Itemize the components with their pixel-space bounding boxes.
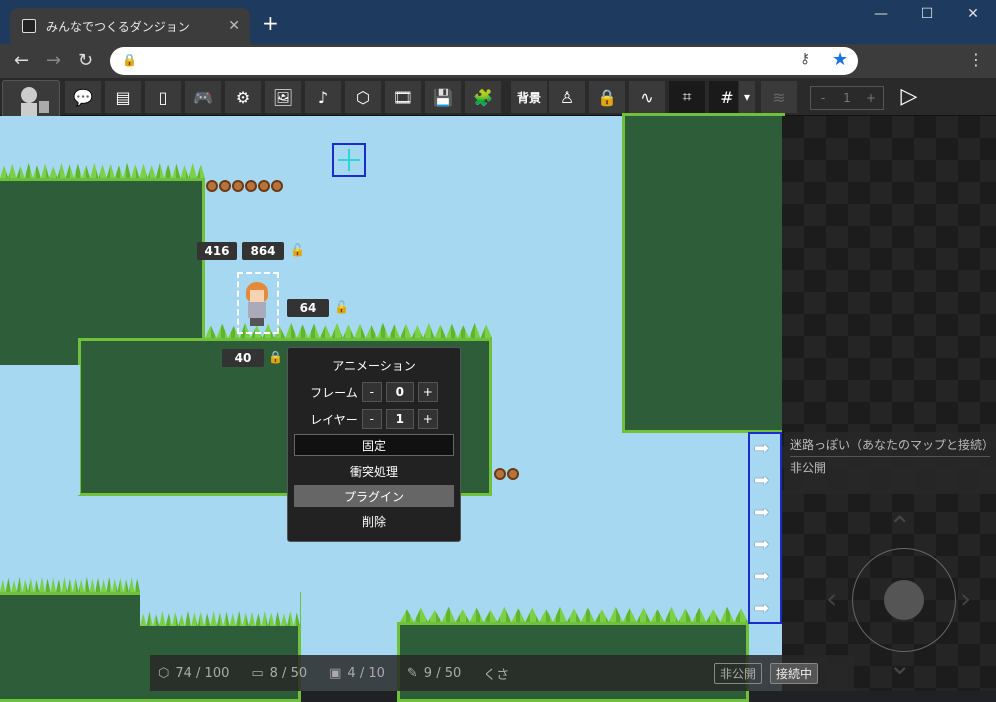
- log-bridge: [494, 465, 534, 484]
- objects-stat: ⬡ 74 / 100: [158, 666, 229, 681]
- frame-label: フレーム: [310, 385, 358, 400]
- browser-menu-icon[interactable]: ⋮: [968, 50, 984, 69]
- layers-icon[interactable]: ▤: [104, 80, 142, 114]
- width-badge[interactable]: 64: [287, 299, 329, 317]
- message-icon[interactable]: 💬: [64, 80, 102, 114]
- images-count: 4 / 10: [347, 665, 385, 681]
- dpad-right-icon[interactable]: ›: [960, 582, 971, 615]
- pos-y-badge[interactable]: 864: [242, 242, 284, 260]
- lock-icon[interactable]: 🔒: [268, 350, 283, 364]
- objects-count: 74 / 100: [175, 665, 230, 681]
- frame-value[interactable]: 0: [385, 382, 414, 402]
- connected-badge[interactable]: 接続中: [769, 662, 818, 684]
- background-button[interactable]: 背景: [510, 80, 548, 114]
- maximize-button[interactable]: ☐: [904, 6, 950, 22]
- character-sprite[interactable]: [242, 282, 270, 328]
- film-icon: ▭: [251, 665, 264, 681]
- layer-label: レイヤー: [310, 412, 358, 427]
- counter-plus-button[interactable]: +: [859, 87, 883, 109]
- film-icon[interactable]: 🎞: [384, 80, 422, 114]
- image-icon: ▣: [329, 665, 342, 681]
- dpad-left-icon[interactable]: ‹: [826, 582, 837, 615]
- select-icon[interactable]: ⌗: [668, 80, 706, 114]
- arrow-right-icon[interactable]: ➡: [754, 502, 769, 523]
- music-icon[interactable]: ♪: [304, 80, 342, 114]
- menu-fixed[interactable]: 固定: [294, 434, 454, 456]
- minimize-button[interactable]: —: [858, 6, 904, 22]
- layer-counter: - 1 +: [810, 86, 884, 110]
- sky-gap: [0, 365, 80, 495]
- lock-icon[interactable]: 🔒: [588, 80, 626, 114]
- cube-icon[interactable]: ⬡: [344, 80, 382, 114]
- linked-map-title: 迷路っぽい（あなたのマップと接続）: [790, 438, 995, 452]
- lock-icon: 🔒: [122, 53, 137, 67]
- author-name: くさ: [483, 667, 510, 683]
- arrow-right-icon[interactable]: ➡: [754, 534, 769, 555]
- favicon-icon: [22, 19, 36, 33]
- status-bar: ⬡ 74 / 100 ▭ 8 / 50 ▣ 4 / 10 ✎ 9 / 50 くさ 非公開…: [150, 655, 854, 691]
- person-icon[interactable]: ♙: [548, 80, 586, 114]
- reload-icon[interactable]: ↻: [78, 50, 93, 71]
- cube-icon: ⬡: [158, 665, 170, 681]
- close-window-button[interactable]: ✕: [950, 6, 996, 22]
- new-tab-button[interactable]: +: [262, 13, 279, 33]
- counter-value: 1: [843, 91, 851, 105]
- arrow-right-icon[interactable]: ➡: [754, 438, 769, 459]
- linked-map-info[interactable]: 迷路っぽい（あなたのマップと接続） 非公開: [784, 432, 996, 494]
- save-icon[interactable]: 💾: [424, 80, 462, 114]
- back-icon[interactable]: ←: [14, 50, 29, 71]
- close-tab-icon[interactable]: ✕: [228, 18, 240, 34]
- lock-open-icon[interactable]: 🔓: [334, 300, 349, 314]
- arrow-right-icon[interactable]: ➡: [754, 566, 769, 587]
- plugin-icon: ✎: [406, 665, 418, 681]
- linked-map-visibility: 非公開: [790, 456, 990, 476]
- plugins-count: 9 / 50: [423, 665, 462, 681]
- gamepad-icon[interactable]: 🎮: [184, 80, 222, 114]
- play-button[interactable]: ▷: [890, 80, 928, 114]
- pos-x-badge[interactable]: 416: [197, 242, 237, 260]
- dpad-up-icon[interactable]: ⌃: [888, 510, 911, 543]
- frame-plus-button[interactable]: +: [417, 382, 438, 402]
- image-icon[interactable]: 🖼: [264, 80, 302, 114]
- plugin-icon[interactable]: 🧩: [464, 80, 502, 114]
- counter-minus-button[interactable]: -: [811, 87, 835, 109]
- menu-animation[interactable]: アニメーション: [294, 354, 454, 376]
- layer-value[interactable]: 1: [385, 409, 414, 429]
- animations-stat: ▭ 8 / 50: [251, 666, 307, 681]
- forward-icon[interactable]: →: [46, 50, 61, 71]
- layer-row: レイヤー - 1 +: [294, 408, 454, 430]
- door-icon[interactable]: ▯: [144, 80, 182, 114]
- arrow-right-icon[interactable]: ➡: [754, 598, 769, 619]
- ground-block: [622, 113, 785, 433]
- browser-tab[interactable]: みんなでつくるダンジョン ✕: [10, 8, 250, 44]
- log-bridge: [206, 177, 306, 196]
- gear-icon[interactable]: ⚙: [224, 80, 262, 114]
- key-icon[interactable]: ⚷: [800, 51, 810, 67]
- lock-open-icon[interactable]: 🔓: [290, 243, 305, 257]
- plugins-stat: ✎ 9 / 50: [407, 666, 461, 681]
- images-stat: ▣ 4 / 10: [329, 666, 385, 681]
- frame-row: フレーム - 0 +: [294, 381, 454, 403]
- animations-count: 8 / 50: [269, 665, 308, 681]
- object-context-menu: アニメーション フレーム - 0 + レイヤー - 1 + 固定 衝突処理 プラ…: [287, 347, 461, 542]
- path-icon[interactable]: ∿: [628, 80, 666, 114]
- tab-title: みんなでつくるダンジョン: [46, 19, 190, 34]
- stack-icon[interactable]: ≋: [760, 80, 798, 114]
- dpad-knob[interactable]: [884, 580, 924, 620]
- menu-collision[interactable]: 衝突処理: [294, 460, 454, 482]
- arrow-right-icon[interactable]: ➡: [754, 470, 769, 491]
- private-badge[interactable]: 非公開: [713, 662, 762, 684]
- height-badge[interactable]: 40: [222, 349, 264, 367]
- layer-plus-button[interactable]: +: [417, 409, 438, 429]
- menu-plugin[interactable]: プラグイン: [294, 485, 454, 507]
- frame-minus-button[interactable]: -: [361, 382, 382, 402]
- map-link-arrows[interactable]: ➡ ➡ ➡ ➡ ➡ ➡: [748, 432, 782, 624]
- dpad-down-icon[interactable]: ⌄: [888, 648, 911, 681]
- menu-delete[interactable]: 削除: [294, 510, 454, 532]
- bookmark-star-icon[interactable]: ★: [832, 49, 848, 70]
- toolbar-dropdown-icon[interactable]: ▾: [738, 80, 756, 114]
- layer-minus-button[interactable]: -: [361, 409, 382, 429]
- spawn-marker[interactable]: [332, 143, 366, 177]
- url-input[interactable]: [110, 47, 858, 75]
